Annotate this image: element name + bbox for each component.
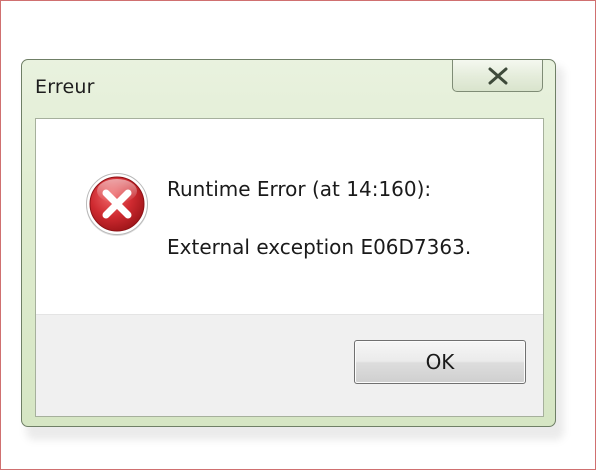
- error-message-detail: External exception E06D7363.: [167, 235, 472, 259]
- close-button[interactable]: [452, 60, 543, 92]
- button-bar: OK: [36, 314, 543, 416]
- message-area: Runtime Error (at 14:160): External exce…: [36, 119, 543, 314]
- dialog-title: Erreur: [35, 76, 95, 98]
- error-dialog: Erreur Runtime Error (at 14:160): Extern…: [21, 59, 556, 427]
- ok-button[interactable]: OK: [354, 340, 526, 384]
- error-x-icon: [86, 173, 148, 236]
- error-message-title: Runtime Error (at 14:160):: [167, 177, 432, 201]
- close-icon: [488, 67, 507, 84]
- dialog-client-area: Runtime Error (at 14:160): External exce…: [35, 118, 544, 417]
